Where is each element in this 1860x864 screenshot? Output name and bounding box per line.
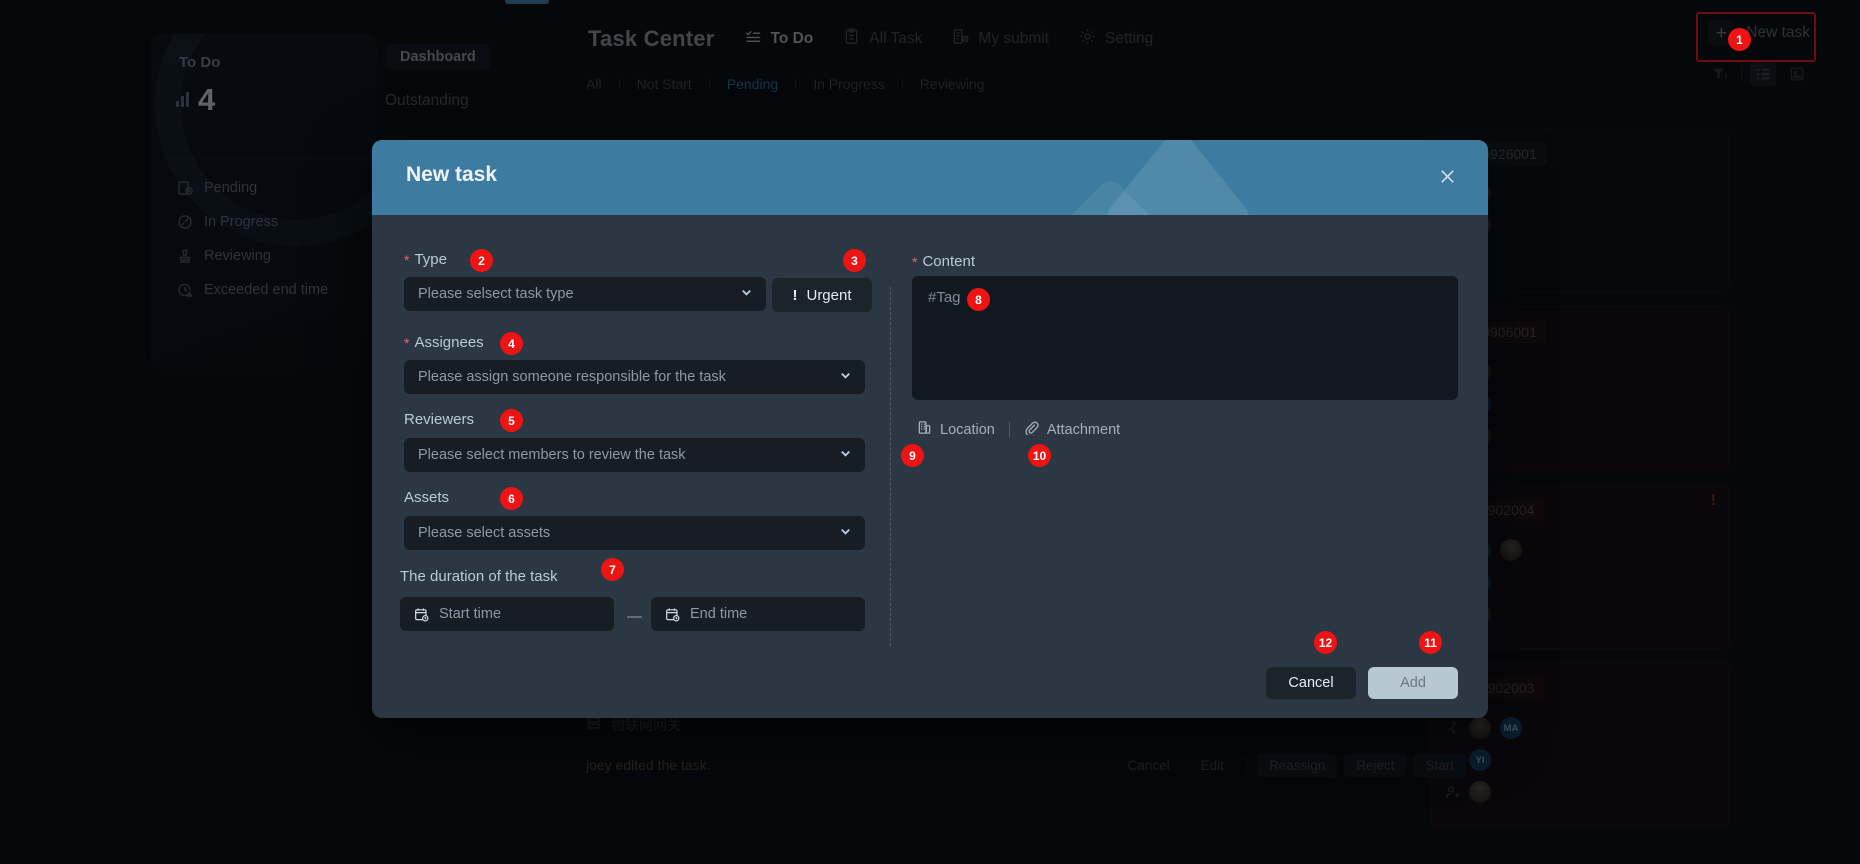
attachment-button[interactable]: Attachment: [1024, 420, 1120, 439]
assets-placeholder: Please select assets: [418, 525, 551, 541]
chevron-down-icon: [839, 369, 852, 386]
content-toolbar: Location Attachment: [917, 420, 1120, 439]
annotation-badge-9: 9: [901, 444, 924, 467]
location-label: Location: [940, 421, 995, 438]
calendar-clock-icon: [665, 607, 680, 622]
assignees-label-text: Assignees: [414, 334, 484, 351]
start-time-placeholder: Start time: [439, 606, 502, 622]
end-time-input[interactable]: End time: [651, 597, 865, 631]
content-textarea[interactable]: #Tag: [912, 276, 1458, 400]
assignees-label: * Assignees: [404, 334, 484, 351]
end-time-placeholder: End time: [690, 606, 748, 622]
dialog-header: New task: [372, 140, 1488, 215]
close-icon[interactable]: [1434, 163, 1460, 189]
assets-label-text: Assets: [404, 489, 450, 506]
start-time-input[interactable]: Start time: [400, 597, 614, 631]
annotation-badge-10: 10: [1028, 444, 1051, 467]
required-asterisk: *: [404, 251, 410, 268]
toolbar-separator: [1008, 422, 1010, 437]
required-asterisk: *: [912, 253, 918, 270]
annotation-badge-6: 6: [500, 487, 523, 510]
exclamation-icon: !: [792, 286, 798, 304]
required-asterisk: *: [404, 334, 410, 351]
urgent-label: Urgent: [806, 286, 852, 304]
annotation-badge-11: 11: [1419, 631, 1442, 654]
paperclip-icon: [1024, 420, 1039, 439]
annotation-badge-12: 12: [1314, 631, 1337, 654]
duration-separator: —: [627, 608, 642, 625]
annotation-badge-1: 1: [1728, 28, 1751, 51]
annotation-badge-3: 3: [843, 249, 866, 272]
add-button[interactable]: Add: [1368, 667, 1458, 699]
building-icon: [917, 420, 932, 439]
type-label-text: Type: [414, 251, 447, 268]
reviewers-label: Reviewers: [404, 411, 474, 428]
chevron-down-icon: [740, 286, 753, 303]
dialog-title: New task: [406, 163, 498, 186]
content-placeholder: #Tag: [928, 289, 961, 306]
attachment-label: Attachment: [1046, 421, 1121, 438]
urgent-toggle-button[interactable]: ! Urgent: [772, 278, 872, 312]
content-label-text: Content: [922, 253, 975, 270]
cancel-button[interactable]: Cancel: [1266, 667, 1356, 699]
content-label: * Content: [912, 253, 975, 270]
annotation-badge-4: 4: [500, 332, 523, 355]
chevron-down-icon: [839, 447, 852, 464]
type-select[interactable]: Please selsect task type: [404, 277, 766, 311]
reviewers-select[interactable]: Please select members to review the task: [404, 438, 865, 472]
type-placeholder: Please selsect task type: [418, 286, 574, 302]
assignees-select[interactable]: Please assign someone responsible for th…: [404, 360, 865, 394]
annotation-badge-2: 2: [470, 249, 493, 272]
dialog-column-divider: [890, 287, 891, 646]
duration-label: The duration of the task: [400, 568, 558, 585]
chevron-down-icon: [839, 525, 852, 542]
reviewers-label-text: Reviewers: [404, 411, 475, 428]
screen: To Do 4 Pending In Progress: [0, 0, 1860, 864]
duration-label-text: The duration of the task: [400, 568, 558, 585]
assignees-placeholder: Please assign someone responsible for th…: [418, 369, 726, 385]
calendar-clock-icon: [414, 607, 429, 622]
assets-select[interactable]: Please select assets: [404, 516, 865, 550]
location-button[interactable]: Location: [917, 420, 995, 439]
assets-label: Assets: [404, 489, 449, 506]
reviewers-placeholder: Please select members to review the task: [418, 447, 686, 463]
annotation-badge-5: 5: [500, 409, 523, 432]
annotation-badge-8: 8: [967, 288, 990, 311]
annotation-badge-7: 7: [601, 558, 624, 581]
type-label: * Type: [404, 251, 447, 268]
